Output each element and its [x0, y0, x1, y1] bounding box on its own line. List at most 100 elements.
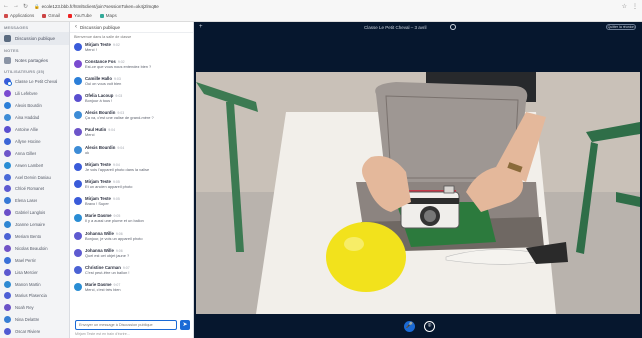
avatar: [4, 197, 11, 205]
users-section-title: UTILISATEURS (35): [4, 69, 45, 74]
address-bar[interactable]: 🔒 ecole123.bbb.fr/html5client/join?sessio…: [34, 3, 394, 10]
user-list-item[interactable]: Joanne Lemaire: [0, 219, 69, 231]
user-list-item[interactable]: Nina Delattre: [0, 314, 69, 326]
avatar: [74, 128, 82, 137]
message-text: Je vois l'appareil photo dans la valise: [85, 166, 150, 172]
chat-header[interactable]: ‹ Discussion publique: [70, 22, 193, 33]
user-list-item[interactable]: Antoine Allie: [0, 124, 69, 136]
avatar: [4, 304, 11, 312]
user-list-item[interactable]: Chloé Romanet: [0, 183, 69, 195]
send-message-button[interactable]: ➤: [180, 320, 190, 330]
avatar: [4, 268, 11, 276]
bookmark-item[interactable]: YouTube: [68, 13, 92, 18]
chat-icon: [4, 35, 11, 42]
bookmark-item[interactable]: Applications: [4, 13, 34, 18]
recording-indicator-icon[interactable]: [450, 24, 456, 30]
forward-icon[interactable]: →: [13, 3, 19, 10]
user-list-item[interactable]: Manon Martin: [0, 278, 69, 290]
chat-message: Mirjam Teste 9:05 Et un ancien appareil ph…: [70, 178, 193, 195]
user-list-item[interactable]: Noah Rey: [0, 302, 69, 314]
user-list-item[interactable]: Aina Haddad: [0, 112, 69, 124]
message-text: Est-ce que vous nous entendez bien ?: [85, 63, 152, 69]
user-name: Anna Gilles: [15, 150, 37, 156]
user-list-item[interactable]: Mael Perrin: [0, 254, 69, 266]
avatar: [4, 316, 11, 324]
shared-notes-item[interactable]: Notes partagées: [0, 55, 69, 66]
message-text: Ça va, c'est une valise de grand-mère ?: [85, 115, 154, 121]
url-text: ecole123.bbb.fr/html5client/join?session…: [41, 4, 159, 9]
user-name: Chloé Romanet: [15, 186, 45, 192]
avatar: [74, 76, 82, 85]
chevron-left-icon[interactable]: ‹: [75, 24, 77, 30]
avatar: [4, 90, 11, 98]
message-time: 9:04: [108, 128, 116, 133]
user-name: Antoine Allie: [15, 127, 39, 132]
user-list-item[interactable]: Gabriel Langlois: [0, 207, 69, 219]
user-name: Alexis Bourdin: [15, 103, 42, 109]
avatar: [74, 94, 82, 103]
user-name: Nicolas Beaudoin: [15, 245, 48, 251]
avatar: [74, 42, 82, 51]
user-list-item[interactable]: Lili Lefebvre: [0, 88, 69, 100]
chat-welcome: Bienvenue dans la salle de classe: [74, 35, 132, 39]
actions-menu-icon[interactable]: +: [199, 24, 203, 30]
bookmark-label: Maps: [105, 13, 117, 18]
camera-button[interactable]: ⌾: [424, 321, 435, 332]
avatar: [4, 161, 11, 169]
message-author: Mirjam Teste: [85, 41, 111, 47]
user-name: Allyne Hocine: [15, 138, 41, 144]
bookmark-star-icon[interactable]: ☆: [622, 3, 627, 10]
user-list: Classe Le Petit Cheval Lili Lefebvre Alexi…: [0, 76, 69, 338]
user-name: Noah Rey: [15, 305, 34, 311]
user-name: Mael Perrin: [15, 257, 37, 263]
user-list-item[interactable]: Classe Le Petit Cheval: [0, 76, 69, 88]
messages-section-title: MESSAGES: [4, 25, 29, 30]
user-list-item[interactable]: Alexis Bourdin: [0, 100, 69, 112]
chat-panel: ‹ Discussion publique Bienvenue dans la …: [70, 22, 194, 338]
browser-nav: ← → ↻: [3, 3, 28, 10]
user-list-item[interactable]: Elena Laser: [0, 195, 69, 207]
chat-title: Discussion publique: [80, 24, 121, 30]
user-name: Axel Dervin Daniau: [15, 174, 51, 180]
user-list-item[interactable]: Axel Dervin Daniau: [0, 171, 69, 183]
user-name: Meriam Bento: [15, 234, 42, 240]
public-chat-item[interactable]: Discussion publique: [0, 32, 69, 45]
chat-message: Mirjam Teste 9:05 Bravo ! Super: [70, 195, 193, 212]
reload-icon[interactable]: ↻: [23, 3, 28, 10]
chat-message: Constance Fos 9:02 Est-ce que vous nous en…: [70, 57, 193, 74]
avatar: [4, 328, 11, 336]
browser-menu-icon[interactable]: ⋮: [632, 3, 638, 10]
chat-message: Johanna Wille 9:06 Quel est cet objet jaun…: [70, 246, 193, 263]
avatar: [4, 280, 11, 288]
lock-icon: 🔒: [34, 4, 40, 9]
avatar: [4, 256, 11, 264]
user-list-item[interactable]: Marius Plasencia: [0, 290, 69, 302]
user-list-item[interactable]: Meriam Bento: [0, 231, 69, 243]
user-list-item[interactable]: Allyne Hocine: [0, 135, 69, 147]
message-time: 9:05: [112, 197, 120, 202]
message-text: Il y a aussi une plume et un ballon: [85, 218, 144, 224]
avatar: [4, 137, 11, 145]
camera-icon: ⌾: [427, 323, 432, 329]
message-text: Oui on vous voit bien: [85, 80, 122, 86]
microphone-button[interactable]: 🎤: [404, 321, 415, 332]
user-list-item[interactable]: Nicolas Beaudoin: [0, 242, 69, 254]
user-list-item[interactable]: Lisa Mercier: [0, 266, 69, 278]
microphone-icon: 🎤: [405, 323, 414, 329]
chat-messages[interactable]: Bienvenue dans la salle de classe Mirjam…: [70, 33, 193, 317]
user-list-item[interactable]: Anna Gilles: [0, 147, 69, 159]
user-list-item[interactable]: Oscar Riviere: [0, 326, 69, 338]
bookmark-item[interactable]: Maps: [99, 13, 117, 18]
bookmarks-bar: Applications Gmail YouTube Maps: [4, 13, 117, 18]
bookmark-icon: [42, 13, 47, 18]
webcam-scene: [196, 72, 640, 314]
avatar: [74, 265, 82, 274]
avatar: [74, 283, 82, 292]
chat-message: Christine Carman 9:07 C'est peut-être un b…: [70, 263, 193, 280]
back-icon[interactable]: ←: [3, 3, 9, 10]
bookmark-item[interactable]: Gmail: [42, 13, 60, 18]
leave-meeting-button[interactable]: Quitter la réunion: [606, 24, 636, 30]
shared-notes-label: Notes partagées: [15, 58, 49, 63]
user-list-item[interactable]: Arwen Lambert: [0, 159, 69, 171]
chat-message-input[interactable]: [75, 320, 177, 330]
